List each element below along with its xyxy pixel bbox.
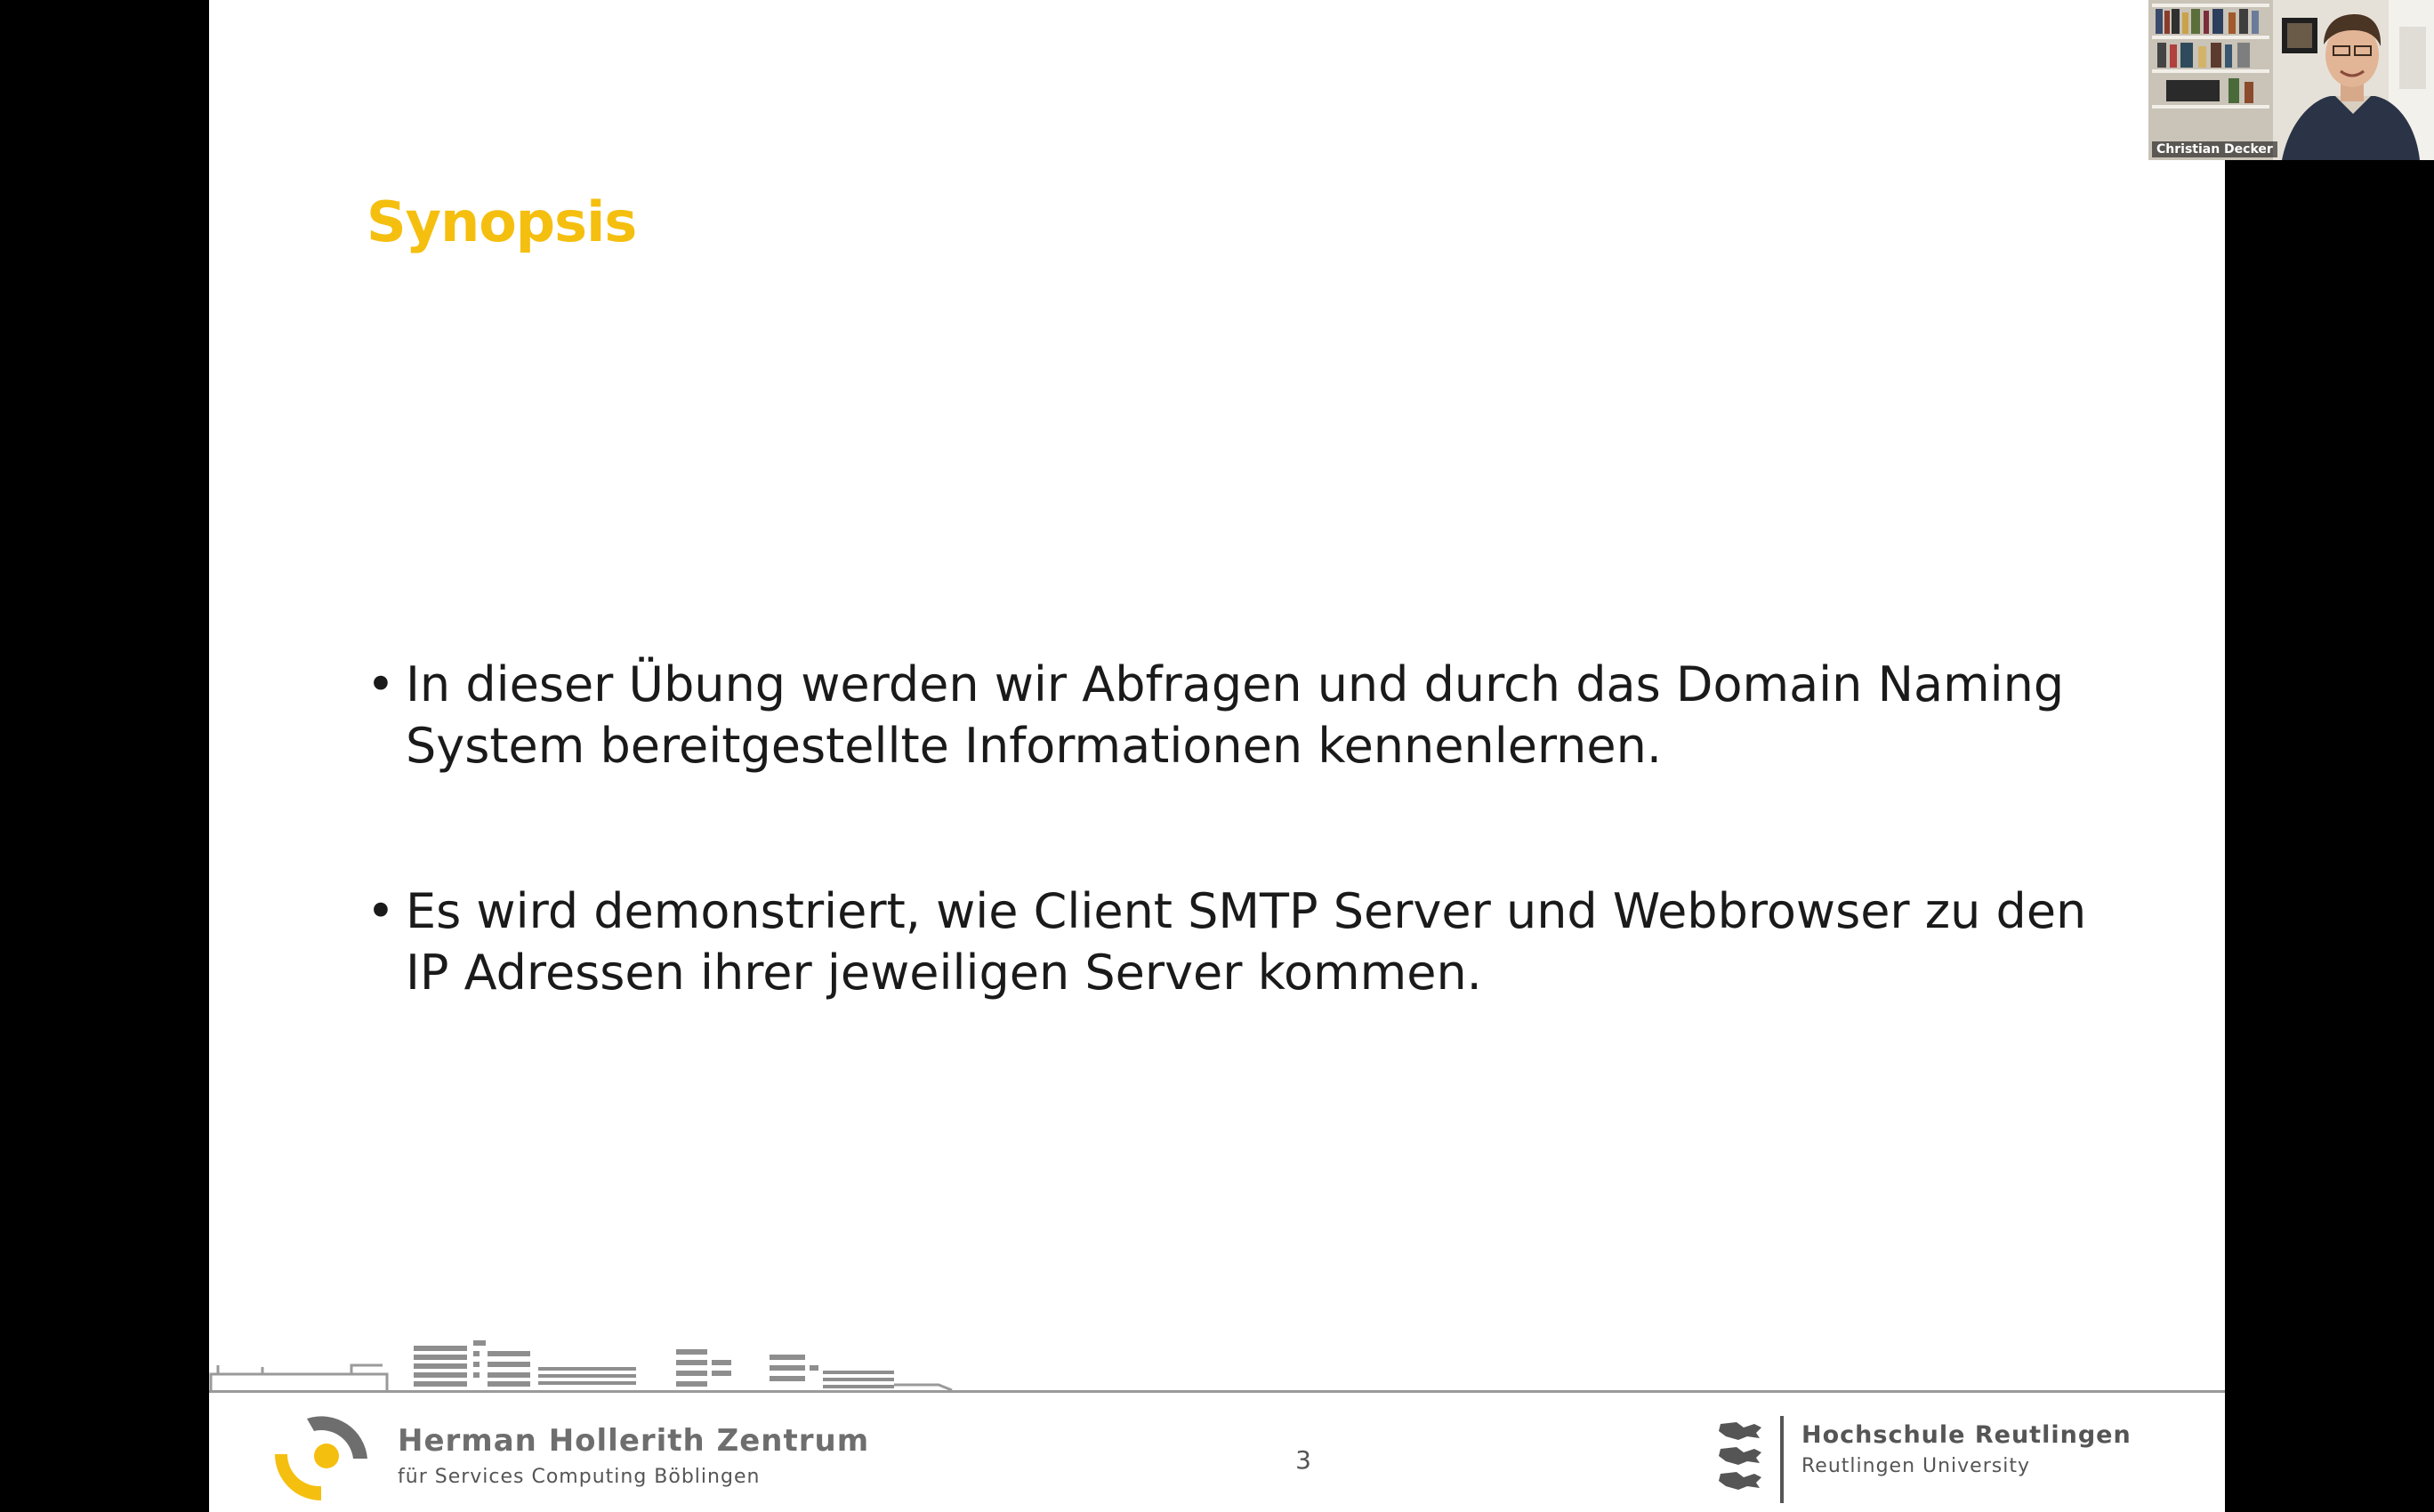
- bullet-line: Es wird demonstriert, wie Client SMTP Se…: [406, 883, 2087, 939]
- participant-name-label: Christian Decker: [2152, 141, 2277, 157]
- hhz-logo-icon: [275, 1416, 367, 1500]
- slide-title: Synopsis: [367, 189, 637, 254]
- hsr-subtitle: Reutlingen University: [1801, 1455, 2030, 1477]
- hsr-divider: [1780, 1416, 1784, 1503]
- footer-divider: [209, 1390, 2225, 1393]
- bullet-line: System bereitgestellte Informationen ken…: [406, 718, 1663, 774]
- hhz-name: Herman Hollerith Zentrum: [398, 1423, 870, 1459]
- hhz-subtitle: für Services Computing Böblingen: [398, 1466, 761, 1488]
- bullet-dot: •: [367, 656, 395, 712]
- presentation-slide: Synopsis • In dieser Übung werden wir Ab…: [209, 0, 2225, 1512]
- bullet-line: In dieser Übung werden wir Abfragen und …: [406, 656, 2065, 712]
- bullet-dot: •: [367, 883, 395, 939]
- building-skyline-graphic: [209, 1340, 953, 1392]
- bullet-line: IP Adressen ihrer jeweiligen Server komm…: [406, 945, 1482, 1001]
- participant-video-tile[interactable]: Christian Decker: [2148, 0, 2434, 160]
- bullet-item: • In dieser Übung werden wir Abfragen un…: [367, 654, 2164, 776]
- participant-video-feed: [2148, 0, 2434, 160]
- bullet-item: • Es wird demonstriert, wie Client SMTP …: [367, 881, 2164, 1003]
- bullet-list: • In dieser Übung werden wir Abfragen un…: [367, 654, 2164, 1107]
- hsr-crest-icon: [1719, 1422, 1761, 1490]
- hsr-name: Hochschule Reutlingen: [1801, 1421, 2132, 1449]
- page-number: 3: [1295, 1445, 1311, 1475]
- screen-share-stage: Synopsis • In dieser Übung werden wir Ab…: [0, 0, 2434, 1512]
